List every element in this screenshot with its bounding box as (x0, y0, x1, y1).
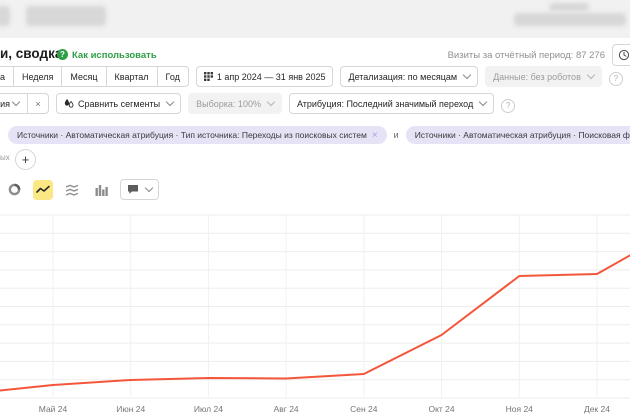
data-mode-dropdown[interactable]: Данные: без роботов (485, 66, 602, 87)
filter-chip-text: Источники · Автоматическая атрибуция · Т… (17, 130, 367, 140)
x-axis-label: Сен 24 (350, 404, 378, 414)
filter-chip-source-type[interactable]: Источники · Автоматическая атрибуция · Т… (8, 126, 387, 144)
stacked-area-tool[interactable] (62, 180, 82, 200)
date-range-button[interactable]: 1 апр 2024 — 31 янв 2025 (196, 66, 334, 87)
compare-drops-icon (64, 98, 74, 109)
period-tab-3[interactable]: Квартал (106, 66, 158, 87)
x-axis-label: Дек 24 (584, 404, 610, 414)
help-question-icon[interactable]: ? (501, 99, 515, 113)
attribution-label: Атрибуция: Последний значимый переход (297, 99, 473, 109)
segment-controls-row: вия × Сравнить сегменты Выборка: 100% Ат… (0, 93, 515, 114)
segment-condition-group: вия × (0, 93, 49, 114)
help-question-icon[interactable]: ? (609, 72, 623, 86)
x-axis-label: Окт 24 (428, 404, 454, 414)
filter-chip-search-phrase[interactable]: Источники · Автоматическая атрибуция · П… (406, 126, 630, 144)
line-chart-icon (36, 185, 50, 195)
visits-series-line (0, 230, 630, 393)
report-history-button[interactable] (612, 44, 630, 66)
sampling-label: Выборка: 100% (196, 99, 261, 109)
metrica-summary-page: { "topbar": {"note": "redacted-blurred-c… (0, 0, 630, 420)
period-tab-2[interactable]: Месяц (61, 66, 106, 87)
filter-chip-text: Источники · Автоматическая атрибуция · П… (415, 130, 630, 140)
data-mode-label: Данные: без роботов (493, 72, 581, 82)
active-filter-chips: Источники · Автоматическая атрибуция · Т… (8, 126, 630, 144)
redacted-account-name (514, 13, 626, 26)
period-controls-row: аНеделяМесяцКварталГод 1 апр 2024 — 31 я… (0, 66, 623, 87)
x-axis-label: Авг 24 (274, 404, 299, 414)
columns-chart-icon (95, 184, 108, 196)
x-axis-label: Июл 24 (194, 404, 223, 414)
chips-connector: и (394, 130, 399, 140)
date-range-label: 1 апр 2024 — 31 янв 2025 (217, 72, 326, 82)
add-metric-button[interactable]: + (15, 149, 36, 170)
pie-chart-icon (8, 183, 21, 196)
redacted-tab-title (26, 6, 106, 26)
metric-label-partial: ых (0, 153, 10, 162)
help-badge-icon: ? (57, 49, 68, 60)
segment-condition-dropdown[interactable]: вия (0, 93, 28, 114)
chevron-down-icon (267, 98, 275, 106)
calendar-grid-icon (204, 72, 213, 81)
clock-icon (618, 49, 630, 61)
period-tab-4[interactable]: Год (157, 66, 189, 87)
redacted-favicon (0, 6, 10, 26)
how-to-use-link[interactable]: Как использовать (72, 50, 157, 61)
chevron-down-icon (12, 98, 20, 106)
line-chart-tool[interactable] (33, 180, 53, 200)
x-axis-label: Май 24 (39, 404, 68, 414)
granularity-dropdown[interactable]: Детализация: по месяцам (340, 66, 478, 87)
chart-type-toolbar (4, 179, 159, 200)
chevron-down-icon (587, 71, 595, 79)
browser-topbar (0, 0, 630, 38)
compare-segments-dropdown[interactable]: Сравнить сегменты (56, 93, 181, 114)
visits-period-total: Визиты за отчётный период: 87 276 (448, 50, 605, 61)
period-tabs: аНеделяМесяцКварталГод (0, 66, 189, 87)
comments-dropdown[interactable] (120, 179, 159, 200)
stacked-area-icon (65, 184, 79, 196)
page-title: и, сводка (0, 46, 62, 61)
visits-line-chart[interactable]: Май 24 Июн 24 Июл 24 Авг 24 Сен 24 Окт 24 Ноя … (0, 202, 630, 420)
sampling-dropdown[interactable]: Выборка: 100% (188, 93, 282, 114)
chevron-down-icon (463, 71, 471, 79)
period-tab-0[interactable]: а (0, 66, 14, 87)
granularity-label: Детализация: по месяцам (348, 72, 457, 82)
segment-clear-button[interactable]: × (27, 93, 49, 114)
chevron-down-icon (166, 98, 174, 106)
pie-chart-tool[interactable] (4, 180, 24, 200)
chevron-down-icon (145, 184, 153, 192)
segment-condition-label: вия (0, 99, 10, 109)
chevron-down-icon (479, 98, 487, 106)
x-axis-label: Ноя 24 (506, 404, 534, 414)
period-tab-1[interactable]: Неделя (13, 66, 62, 87)
columns-chart-tool[interactable] (91, 180, 111, 200)
chip-close-icon[interactable]: × (372, 130, 378, 141)
attribution-dropdown[interactable]: Атрибуция: Последний значимый переход (289, 93, 494, 114)
redacted-account-small (549, 3, 589, 11)
x-axis-label: Июн 24 (116, 404, 145, 414)
compare-segments-label: Сравнить сегменты (78, 99, 160, 109)
comment-bubble-icon (127, 184, 139, 195)
